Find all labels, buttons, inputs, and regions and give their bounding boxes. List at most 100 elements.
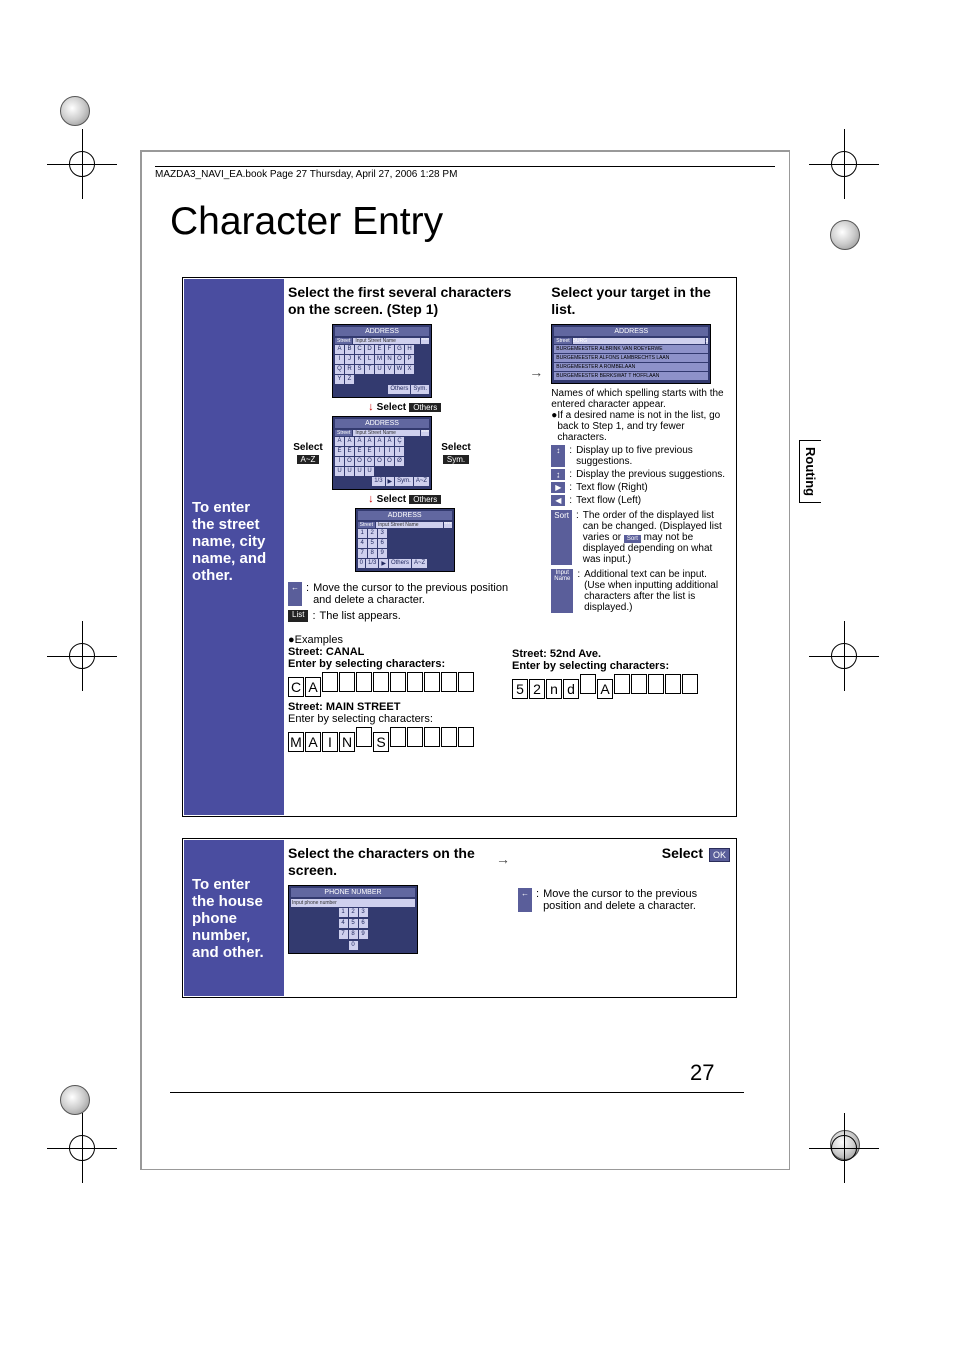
key-ò[interactable]: Ò	[375, 457, 384, 466]
key-î[interactable]: Î	[385, 447, 394, 456]
key-ç[interactable]: Ç	[395, 437, 404, 446]
key-ó[interactable]: Ó	[345, 457, 354, 466]
key-é[interactable]: É	[345, 447, 354, 456]
key-t[interactable]: T	[365, 365, 374, 374]
list-item[interactable]: BURGEMEESTER ALFONS LAMBRECHTS LAAN	[554, 354, 708, 362]
print-mark	[60, 96, 90, 126]
key-sym.[interactable]: Sym.	[411, 385, 429, 394]
key-Others[interactable]: Others	[389, 559, 411, 568]
key-sym.[interactable]: Sym.	[395, 477, 413, 486]
key-7[interactable]: 7	[339, 930, 348, 939]
key-2[interactable]: 2	[349, 908, 358, 917]
key-ë[interactable]: Ë	[365, 447, 374, 456]
key-others[interactable]: Others	[388, 385, 410, 394]
key-7[interactable]: 7	[358, 549, 367, 558]
key-ü[interactable]: Ü	[365, 467, 374, 476]
arrow-right-icon: →	[529, 364, 543, 380]
key-A~Z[interactable]: A~Z	[412, 559, 427, 568]
key-ï[interactable]: Ï	[395, 447, 404, 456]
key-5[interactable]: 5	[349, 919, 358, 928]
key-m[interactable]: M	[375, 355, 384, 364]
key-ã[interactable]: Ã	[375, 437, 384, 446]
key-8[interactable]: 8	[349, 930, 358, 939]
ok-button[interactable]: OK	[709, 848, 730, 862]
key-á[interactable]: Á	[335, 437, 344, 446]
key-j[interactable]: J	[345, 355, 354, 364]
key-ú[interactable]: Ú	[335, 467, 344, 476]
key-ê[interactable]: Ê	[355, 447, 364, 456]
key-1/3[interactable]: 1/3	[372, 477, 384, 486]
key-2[interactable]: 2	[368, 529, 377, 538]
key-å[interactable]: Å	[385, 437, 394, 446]
key-b[interactable]: B	[345, 345, 354, 354]
key-q[interactable]: Q	[335, 365, 344, 374]
key-û[interactable]: Û	[355, 467, 364, 476]
key-í[interactable]: Í	[375, 447, 384, 456]
key-1/3[interactable]: 1/3	[366, 559, 378, 568]
key-0[interactable]: 0	[349, 941, 358, 950]
key-n[interactable]: N	[385, 355, 394, 364]
key-w[interactable]: W	[395, 365, 404, 374]
key-5[interactable]: 5	[368, 539, 377, 548]
key-f[interactable]: F	[385, 345, 394, 354]
key-6[interactable]: 6	[359, 919, 368, 928]
key-z[interactable]: Z	[345, 375, 354, 384]
key-a[interactable]: A	[335, 345, 344, 354]
key-g[interactable]: G	[395, 345, 404, 354]
key-â[interactable]: Â	[355, 437, 364, 446]
print-mark	[60, 1085, 90, 1115]
key-a~z[interactable]: A~Z	[414, 477, 429, 486]
key-o[interactable]: O	[395, 355, 404, 364]
key-3[interactable]: 3	[378, 529, 387, 538]
key-e[interactable]: E	[375, 345, 384, 354]
key-c[interactable]: C	[355, 345, 364, 354]
list-item[interactable]: BURGEMEESTER A ROMBELAAN	[554, 363, 708, 371]
key-d[interactable]: D	[365, 345, 374, 354]
key-ø[interactable]: Ø	[395, 457, 404, 466]
sym-button[interactable]: Sym.	[443, 455, 469, 464]
key-8[interactable]: 8	[368, 549, 377, 558]
key-ö[interactable]: Ö	[365, 457, 374, 466]
reg-mark	[62, 144, 102, 184]
list-button[interactable]: List	[288, 610, 308, 622]
key-ä[interactable]: Ä	[365, 437, 374, 446]
key-1[interactable]: 1	[358, 529, 367, 538]
key-4[interactable]: 4	[339, 919, 348, 928]
char-box	[441, 672, 457, 692]
key-9[interactable]: 9	[378, 549, 387, 558]
key-6[interactable]: 6	[378, 539, 387, 548]
key-ì[interactable]: Ì	[335, 457, 344, 466]
others-button-2[interactable]: Others	[409, 495, 441, 504]
list-item[interactable]: BURGEMEESTER BERKSWAT T HOFFLAAN	[554, 372, 708, 380]
sort-button[interactable]: Sort	[551, 510, 572, 565]
key-s[interactable]: S	[355, 365, 364, 374]
key-õ[interactable]: Õ	[385, 457, 394, 466]
key-i[interactable]: I	[335, 355, 344, 364]
key-▶[interactable]: ▶	[379, 559, 388, 568]
char-box: S	[373, 732, 389, 752]
az-button[interactable]: A~Z	[297, 455, 320, 464]
key-è[interactable]: È	[335, 447, 344, 456]
key-y[interactable]: Y	[335, 375, 344, 384]
key-3[interactable]: 3	[359, 908, 368, 917]
key-p[interactable]: P	[405, 355, 414, 364]
key-4[interactable]: 4	[358, 539, 367, 548]
key-v[interactable]: V	[385, 365, 394, 374]
key-u[interactable]: U	[375, 365, 384, 374]
key-k[interactable]: K	[355, 355, 364, 364]
input-name-button[interactable]: InputName	[551, 569, 573, 613]
key-ô[interactable]: Ô	[355, 457, 364, 466]
key-l[interactable]: L	[365, 355, 374, 364]
key-r[interactable]: R	[345, 365, 354, 374]
char-box	[390, 727, 406, 747]
list-item[interactable]: BURGEMEESTER ALBRINK VAN ROEYERWE	[554, 345, 708, 353]
key-1[interactable]: 1	[339, 908, 348, 917]
key-x[interactable]: X	[405, 365, 414, 374]
key-à[interactable]: À	[345, 437, 354, 446]
key-▶[interactable]: ▶	[386, 477, 395, 486]
key-9[interactable]: 9	[359, 930, 368, 939]
others-button[interactable]: Others	[409, 403, 441, 412]
key-0[interactable]: 0	[358, 559, 365, 568]
key-ù[interactable]: Ù	[345, 467, 354, 476]
key-h[interactable]: H	[405, 345, 414, 354]
